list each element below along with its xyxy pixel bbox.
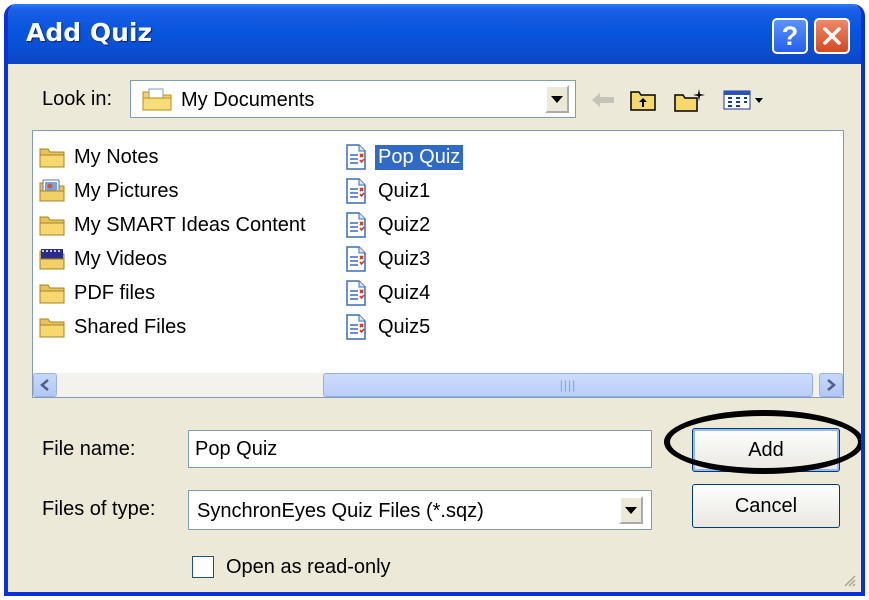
- file-list-item[interactable]: Quiz5: [341, 313, 433, 341]
- file-list-item[interactable]: My Notes: [37, 143, 161, 171]
- resize-grip-icon[interactable]: [841, 572, 857, 588]
- file-list[interactable]: My Notes My Pictures My SMART Ideas Conten…: [32, 130, 844, 398]
- folder-icon: [37, 314, 67, 340]
- file-list-item-label: Quiz1: [378, 179, 431, 202]
- file-type-label: Files of type:: [42, 498, 156, 520]
- window-title: Add Quiz: [26, 18, 153, 47]
- close-button[interactable]: [814, 18, 850, 54]
- file-list-item[interactable]: My Pictures: [37, 177, 181, 205]
- back-arrow-icon: [592, 93, 614, 107]
- views-menu-button[interactable]: [720, 88, 770, 112]
- file-type-combobox[interactable]: SynchronEyes Quiz Files (*.sqz): [188, 490, 652, 530]
- chevron-left-icon: [40, 379, 49, 391]
- help-icon: ?: [781, 20, 799, 51]
- folder-icon: [37, 280, 67, 306]
- file-list-item-label: Quiz4: [378, 281, 431, 304]
- add-quiz-dialog: Add Quiz ? Look in: My Documents My Note…: [4, 4, 865, 596]
- quiz-file-icon: [341, 246, 371, 272]
- folder-icon: [37, 212, 67, 238]
- grip-lines-icon: ||||: [559, 378, 577, 392]
- chevron-down-icon: [551, 95, 563, 103]
- file-list-item[interactable]: My Videos: [37, 245, 170, 273]
- videos-folder-icon: [37, 246, 67, 272]
- file-list-item[interactable]: Shared Files: [37, 313, 189, 341]
- quiz-file-icon: [341, 144, 371, 170]
- scroll-thumb[interactable]: ||||: [323, 373, 813, 397]
- file-list-item-label: My Videos: [74, 247, 168, 270]
- file-list-item-label: Pop Quiz: [375, 144, 464, 170]
- file-list-item-label: Quiz2: [378, 213, 431, 236]
- look-in-value: My Documents: [181, 89, 315, 111]
- file-list-item[interactable]: My SMART Ideas Content: [37, 211, 309, 239]
- up-folder-icon: [630, 91, 656, 111]
- quiz-file-icon: [341, 314, 371, 340]
- file-type-dropdown-button[interactable]: [619, 496, 643, 524]
- file-list-item-label: PDF files: [74, 281, 156, 304]
- close-icon: [823, 27, 841, 45]
- my-documents-icon: [142, 88, 172, 111]
- file-type-value: SynchronEyes Quiz Files (*.sqz): [197, 500, 484, 522]
- quiz-file-icon: [341, 178, 371, 204]
- cancel-button[interactable]: Cancel: [692, 484, 840, 528]
- up-one-level-button[interactable]: [628, 88, 658, 112]
- new-folder-button[interactable]: [672, 88, 708, 112]
- back-button[interactable]: [588, 88, 618, 112]
- file-list-item[interactable]: Quiz1: [341, 177, 433, 205]
- file-name-label: File name:: [42, 438, 136, 460]
- horizontal-scrollbar[interactable]: ||||: [33, 373, 843, 397]
- look-in-dropdown-button[interactable]: [545, 85, 569, 113]
- view-menu-icon: [723, 90, 763, 110]
- quiz-file-icon: [341, 212, 371, 238]
- file-list-item[interactable]: Quiz4: [341, 279, 433, 307]
- file-list-item-label: My SMART Ideas Content: [74, 213, 306, 236]
- file-name-input[interactable]: [188, 430, 652, 468]
- folder-icon: [37, 144, 67, 170]
- quiz-file-icon: [341, 280, 371, 306]
- chevron-right-icon: [827, 379, 836, 391]
- file-list-item[interactable]: PDF files: [37, 279, 158, 307]
- scroll-right-button[interactable]: [819, 373, 843, 397]
- help-button[interactable]: ?: [772, 18, 808, 54]
- pictures-folder-icon: [37, 178, 67, 204]
- file-list-item[interactable]: Quiz3: [341, 245, 433, 273]
- file-list-item[interactable]: Quiz2: [341, 211, 433, 239]
- look-in-combobox[interactable]: My Documents: [130, 80, 576, 118]
- file-list-item-label: Shared Files: [74, 315, 187, 338]
- file-list-item-label: My Pictures: [74, 179, 179, 202]
- file-list-item[interactable]: Pop Quiz: [341, 143, 464, 171]
- scroll-left-button[interactable]: [33, 373, 57, 397]
- file-list-item-label: Quiz5: [378, 315, 431, 338]
- new-folder-icon: [674, 89, 705, 112]
- read-only-label: Open as read-only: [226, 556, 391, 578]
- look-in-label: Look in:: [42, 88, 113, 110]
- add-button[interactable]: Add: [692, 428, 840, 472]
- chevron-down-icon: [625, 506, 637, 514]
- title-bar[interactable]: Add Quiz ?: [8, 4, 861, 64]
- file-list-item-label: My Notes: [74, 145, 159, 168]
- file-list-item-label: Quiz3: [378, 247, 431, 270]
- read-only-checkbox[interactable]: [192, 556, 214, 578]
